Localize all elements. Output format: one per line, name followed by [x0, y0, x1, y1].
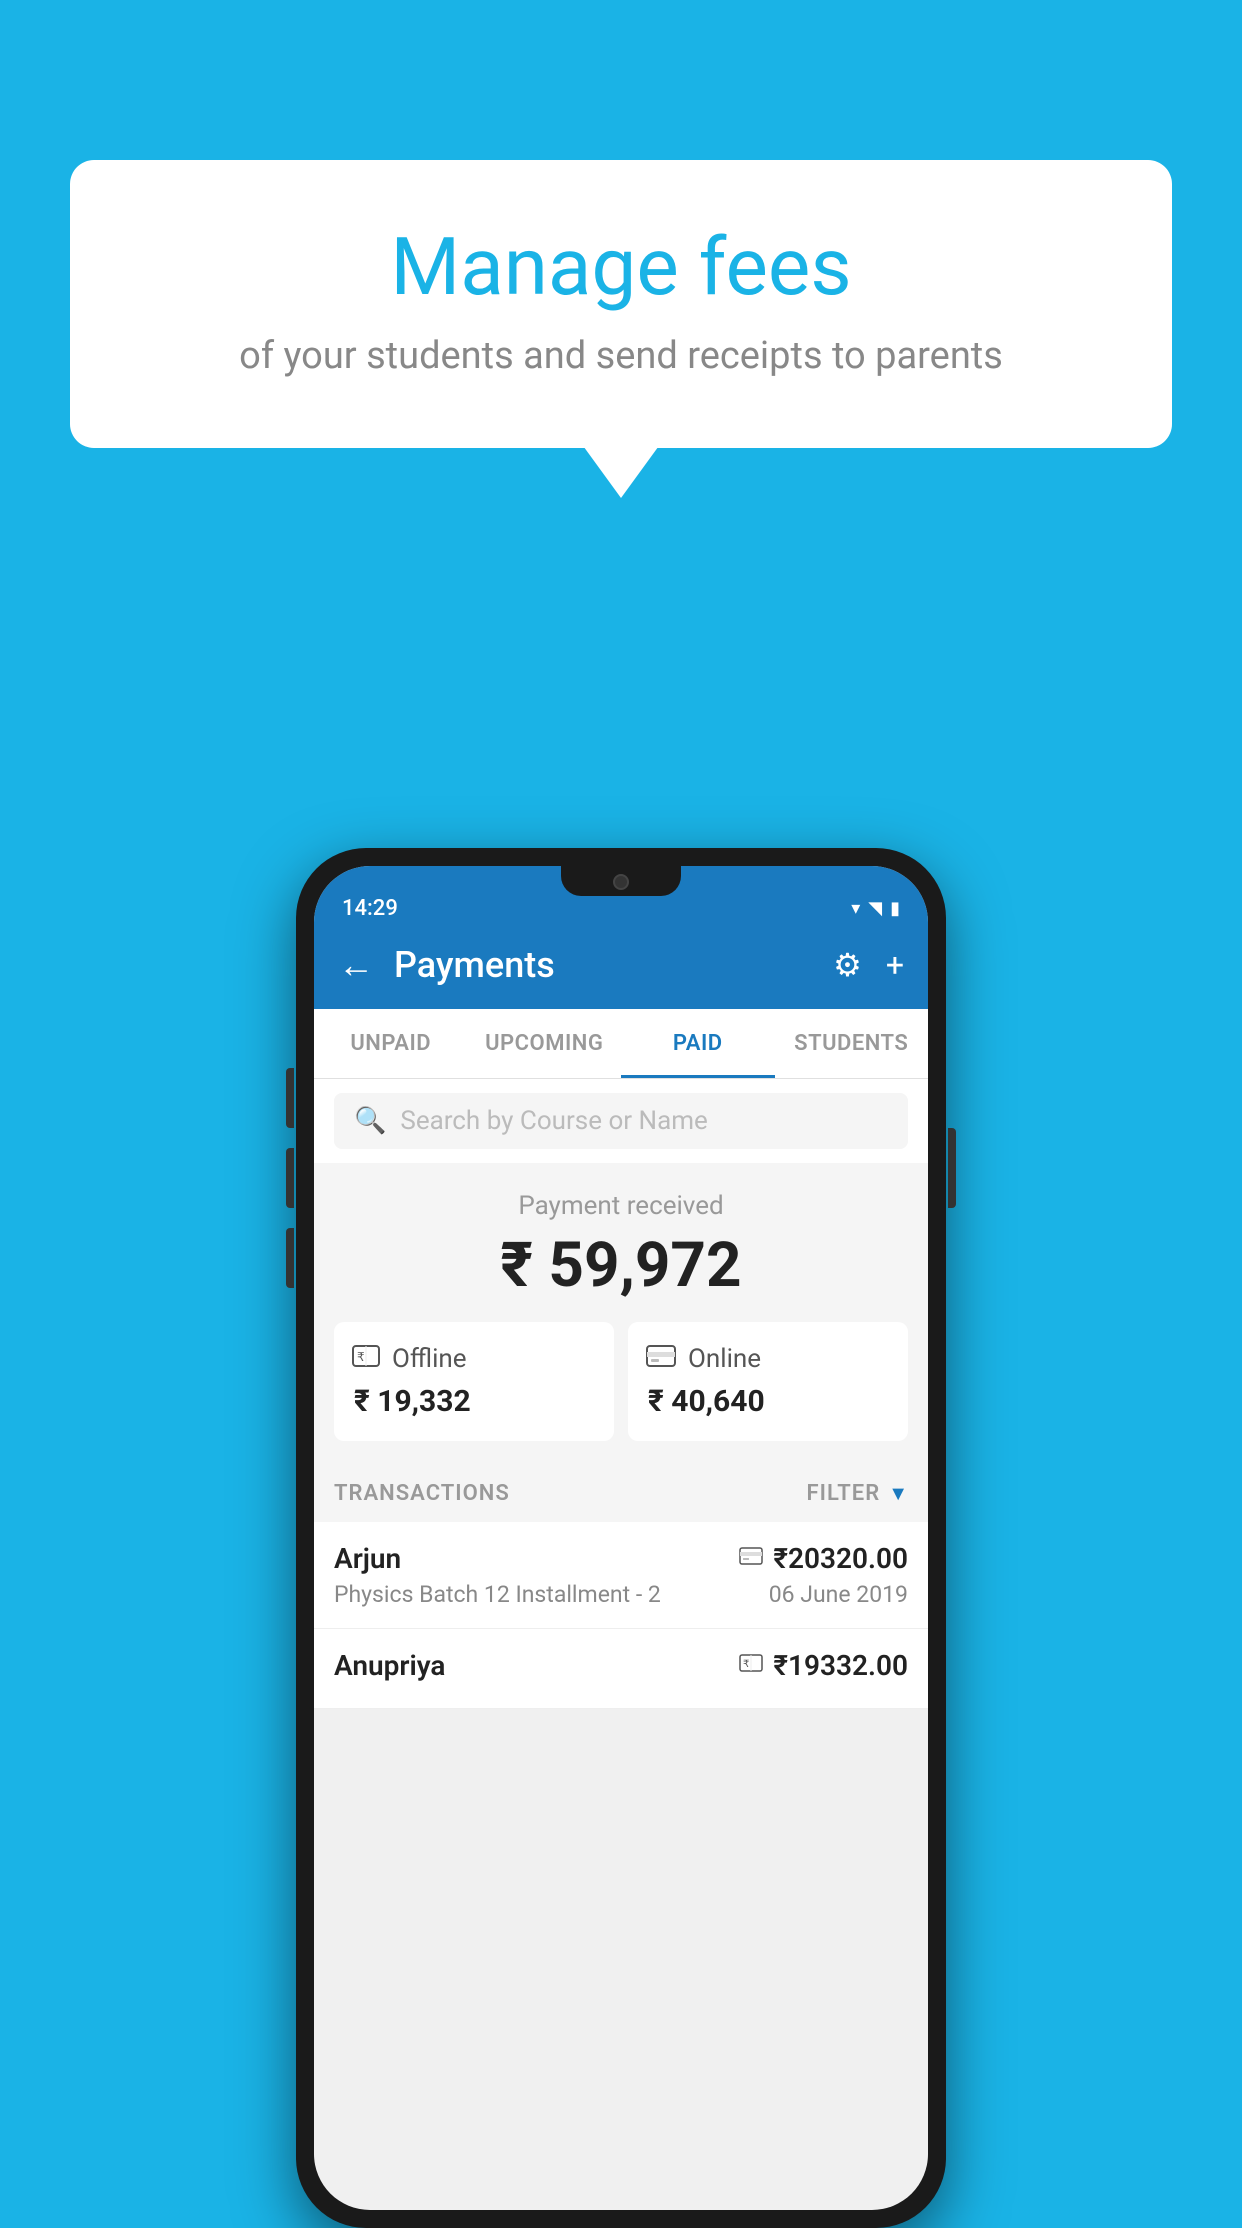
online-card-header: Online	[646, 1344, 890, 1374]
transactions-header: TRANSACTIONS FILTER ▼	[314, 1465, 928, 1522]
online-label: Online	[688, 1344, 761, 1374]
bubble-title: Manage fees	[150, 220, 1092, 314]
payment-received-label: Payment received	[334, 1191, 908, 1221]
offline-payment-card: ₹ Offline ₹ 19,332	[334, 1322, 614, 1441]
tab-upcoming[interactable]: UPCOMING	[468, 1009, 622, 1078]
search-icon: 🔍	[354, 1106, 386, 1136]
signal-icon: ◥	[868, 898, 882, 919]
online-amount: ₹ 40,640	[646, 1384, 890, 1419]
wifi-icon: ▾	[851, 898, 860, 919]
transaction-date: 06 June 2019	[769, 1581, 908, 1608]
course-info: Physics Batch 12 Installment - 2	[334, 1581, 661, 1608]
tab-unpaid[interactable]: UNPAID	[314, 1009, 468, 1078]
app-title: Payments	[394, 944, 813, 986]
status-icons: ▾ ◥ ▮	[851, 898, 900, 919]
transaction-row-1: Arjun ₹20320.00	[334, 1542, 908, 1575]
phone-screen: 14:29 ▾ ◥ ▮ ← Payments ⚙ + UNPAID UPCOMI…	[314, 866, 928, 2210]
phone-notch	[561, 866, 681, 896]
volume-up-button	[286, 1068, 294, 1128]
offline-payment-icon: ₹	[739, 1653, 763, 1678]
tab-bar: UNPAID UPCOMING PAID STUDENTS	[314, 1009, 928, 1079]
app-bar: ← Payments ⚙ +	[314, 921, 928, 1009]
offline-amount: ₹ 19,332	[352, 1384, 596, 1419]
power-button	[948, 1128, 956, 1208]
transaction-row-2: Physics Batch 12 Installment - 2 06 June…	[334, 1581, 908, 1608]
amount-row: ₹20320.00	[739, 1542, 908, 1575]
settings-icon[interactable]: ⚙	[833, 946, 862, 984]
tab-students[interactable]: STUDENTS	[775, 1009, 929, 1078]
status-time: 14:29	[342, 896, 398, 921]
offline-icon: ₹	[352, 1344, 380, 1374]
speech-bubble: Manage fees of your students and send re…	[70, 160, 1172, 448]
app-bar-icons: ⚙ +	[833, 946, 904, 984]
payment-section: Payment received ₹ 59,972 ₹ Offlin	[314, 1163, 928, 1465]
transaction-list: Arjun ₹20320.00 Physics Batch 1	[314, 1522, 928, 1709]
add-icon[interactable]: +	[886, 946, 904, 984]
online-icon	[646, 1344, 676, 1374]
online-payment-card: Online ₹ 40,640	[628, 1322, 908, 1441]
front-camera	[613, 874, 629, 890]
transaction-row-1: Anupriya ₹ ₹19332.00	[334, 1649, 908, 1682]
filter-button[interactable]: FILTER ▼	[807, 1481, 908, 1506]
speech-bubble-container: Manage fees of your students and send re…	[70, 160, 1172, 448]
bubble-subtitle: of your students and send receipts to pa…	[150, 334, 1092, 378]
svg-text:₹: ₹	[357, 1350, 365, 1364]
search-container: 🔍 Search by Course or Name	[314, 1079, 928, 1163]
search-box[interactable]: 🔍 Search by Course or Name	[334, 1093, 908, 1149]
filter-icon: ▼	[888, 1481, 908, 1506]
payment-cards: ₹ Offline ₹ 19,332	[334, 1322, 908, 1441]
transaction-item[interactable]: Anupriya ₹ ₹19332.00	[314, 1629, 928, 1709]
offline-label: Offline	[392, 1344, 467, 1374]
transactions-label: TRANSACTIONS	[334, 1481, 510, 1506]
battery-icon: ▮	[890, 898, 900, 919]
transaction-amount: ₹20320.00	[773, 1542, 908, 1575]
online-payment-icon	[739, 1546, 763, 1571]
student-name: Arjun	[334, 1542, 401, 1575]
student-name: Anupriya	[334, 1649, 445, 1682]
phone-frame: 14:29 ▾ ◥ ▮ ← Payments ⚙ + UNPAID UPCOMI…	[296, 848, 946, 2228]
offline-card-header: ₹ Offline	[352, 1344, 596, 1374]
back-button[interactable]: ←	[338, 944, 374, 986]
search-input[interactable]: Search by Course or Name	[400, 1106, 707, 1136]
amount-row: ₹ ₹19332.00	[739, 1649, 908, 1682]
assistant-button	[286, 1228, 294, 1288]
transaction-amount: ₹19332.00	[773, 1649, 908, 1682]
payment-total-amount: ₹ 59,972	[334, 1229, 908, 1302]
tab-paid[interactable]: PAID	[621, 1009, 775, 1078]
filter-label: FILTER	[807, 1481, 881, 1506]
volume-down-button	[286, 1148, 294, 1208]
svg-text:₹: ₹	[743, 1659, 749, 1670]
transaction-item[interactable]: Arjun ₹20320.00 Physics Batch 1	[314, 1522, 928, 1629]
